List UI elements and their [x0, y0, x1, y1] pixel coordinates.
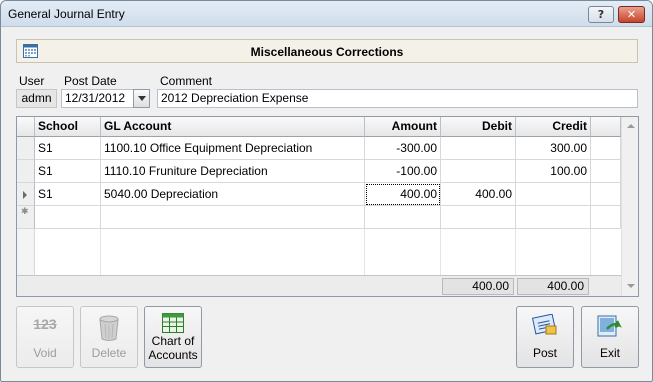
help-button[interactable]: ?: [588, 6, 614, 23]
cell-debit[interactable]: 400.00: [441, 183, 516, 206]
comment-label: Comment: [160, 74, 213, 88]
new-row-cell-school[interactable]: [35, 206, 101, 229]
column-divider: [590, 229, 591, 275]
cell-amount[interactable]: -300.00: [365, 137, 441, 160]
post-button[interactable]: Post: [516, 306, 574, 368]
delete-button-label: Delete: [91, 346, 127, 360]
cell-debit[interactable]: [441, 160, 516, 183]
column-header-gl-account[interactable]: GL Account: [101, 117, 365, 137]
comment-field[interactable]: 2012 Depreciation Expense: [157, 89, 638, 108]
cell-school[interactable]: S1: [35, 160, 101, 183]
column-header-debit[interactable]: Debit: [441, 117, 516, 137]
column-header-credit[interactable]: Credit: [516, 117, 591, 137]
column-header-filler: [591, 117, 621, 137]
chart-of-accounts-label-line2: Accounts: [148, 348, 198, 362]
exit-door-icon: [597, 315, 622, 337]
void-button[interactable]: 123 Void: [16, 306, 74, 368]
new-row-cell-debit[interactable]: [441, 206, 516, 229]
scroll-down-icon[interactable]: [623, 279, 638, 294]
post-date-dropdown-button[interactable]: [133, 89, 150, 108]
post-date-label: Post Date: [64, 74, 117, 88]
cell-filler: [591, 160, 621, 183]
window-title: General Journal Entry: [8, 7, 125, 21]
scroll-up-icon[interactable]: [623, 119, 638, 134]
column-divider: [100, 229, 101, 275]
column-header-school[interactable]: School: [35, 117, 101, 137]
grid-corner: [17, 117, 35, 137]
close-button[interactable]: ✕: [618, 6, 645, 23]
row-selector[interactable]: [17, 160, 35, 183]
cell-filler: [591, 137, 621, 160]
title-bar[interactable]: General Journal Entry ? ✕: [1, 1, 652, 27]
trash-can-icon: [99, 315, 119, 341]
exit-button-label: Exit: [599, 346, 620, 360]
journal-grid: School GL Account Amount Debit Credit S1…: [16, 116, 639, 297]
void-number-icon: 123: [33, 316, 57, 332]
section-title: Miscellaneous Corrections: [250, 45, 404, 59]
new-row-cell-amount[interactable]: [365, 206, 441, 229]
cell-filler: [591, 183, 621, 206]
cell-credit[interactable]: [516, 183, 591, 206]
chart-of-accounts-button[interactable]: Chart of Accounts: [144, 306, 202, 368]
column-divider: [440, 229, 441, 275]
user-field: admn: [16, 89, 57, 108]
empty-selector-area: [17, 229, 35, 275]
cell-gl-account[interactable]: 1110.10 Fruniture Depreciation: [101, 160, 365, 183]
post-ledger-icon: [532, 314, 557, 335]
column-divider: [364, 229, 365, 275]
cell-debit[interactable]: [441, 137, 516, 160]
cell-gl-account[interactable]: 5040.00 Depreciation: [101, 183, 365, 206]
chart-of-accounts-label: Chart of Accounts: [145, 334, 201, 362]
cell-amount-focused[interactable]: 400.00: [365, 183, 441, 206]
section-header: Miscellaneous Corrections: [16, 39, 638, 63]
delete-button[interactable]: Delete: [80, 306, 138, 368]
cell-credit[interactable]: 100.00: [516, 160, 591, 183]
cell-school[interactable]: S1: [35, 137, 101, 160]
cell-filler: [591, 206, 621, 229]
vertical-scrollbar[interactable]: [621, 117, 638, 296]
new-row-cell-credit[interactable]: [516, 206, 591, 229]
column-divider: [515, 229, 516, 275]
column-header-amount[interactable]: Amount: [365, 117, 441, 137]
user-label: User: [19, 74, 45, 88]
current-row-indicator[interactable]: [17, 183, 35, 206]
new-row-indicator[interactable]: [17, 206, 35, 229]
post-date-field[interactable]: 12/31/2012: [61, 89, 134, 108]
cell-amount[interactable]: -100.00: [365, 160, 441, 183]
journal-entry-window: General Journal Entry ? ✕ Miscellaneous …: [0, 0, 653, 382]
void-button-label: Void: [33, 346, 57, 360]
cell-credit[interactable]: 300.00: [516, 137, 591, 160]
chart-of-accounts-label-line1: Chart of: [151, 334, 195, 348]
new-row-cell-gl-account[interactable]: [101, 206, 365, 229]
row-selector[interactable]: [17, 137, 35, 160]
totals-row: 400.00 400.00: [17, 275, 621, 296]
total-credit: 400.00: [517, 278, 589, 295]
cell-gl-account[interactable]: 1100.10 Office Equipment Depreciation: [101, 137, 365, 160]
post-button-label: Post: [532, 346, 557, 360]
cell-school[interactable]: S1: [35, 183, 101, 206]
exit-button[interactable]: Exit: [581, 306, 639, 368]
total-debit: 400.00: [442, 278, 514, 295]
chart-of-accounts-icon: [162, 313, 184, 333]
